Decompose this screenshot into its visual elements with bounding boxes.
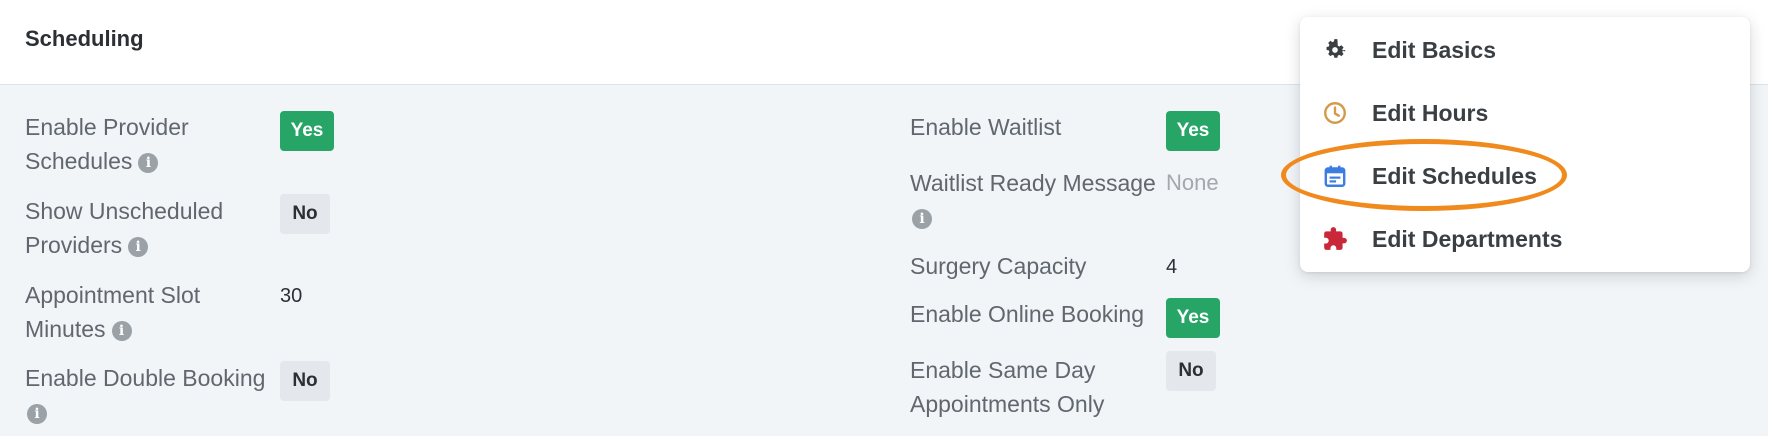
menu-item-label: Edit Departments xyxy=(1372,226,1563,252)
menu-item-edit-hours[interactable]: Edit Hours xyxy=(1300,87,1750,139)
info-icon[interactable]: i xyxy=(138,152,159,173)
field-label-enable-online-booking: Enable Online Booking xyxy=(910,301,1144,327)
status-badge-yes: Yes xyxy=(1166,298,1220,338)
field-label-surgery-capacity: Surgery Capacity xyxy=(910,253,1087,279)
status-badge-yes: Yes xyxy=(1166,111,1220,151)
section-title: Scheduling xyxy=(25,26,144,51)
menu-item-edit-schedules[interactable]: Edit Schedules xyxy=(1300,150,1750,202)
puzzle-icon xyxy=(1324,227,1347,250)
field-label-enable-provider-schedules: Enable Provider Schedules i xyxy=(25,114,189,174)
field-label-appointment-slot-minutes: Appointment Slot Minutes i xyxy=(25,282,201,342)
field-label-waitlist-ready-message: Waitlist Ready Message i xyxy=(910,170,1156,229)
status-badge-no: No xyxy=(1166,351,1216,391)
field-label-enable-waitlist: Enable Waitlist xyxy=(910,114,1062,140)
gear-icon xyxy=(1326,39,1346,58)
menu-item-edit-departments[interactable]: Edit Departments xyxy=(1300,213,1750,265)
info-icon[interactable]: i xyxy=(912,208,932,229)
field-value-surgery-capacity: 4 xyxy=(1166,256,1178,278)
field-value-slot-minutes: 30 xyxy=(280,285,303,307)
clock-icon xyxy=(1324,102,1346,124)
actions-dropdown-menu: Edit Basics Edit Hours Edit Schedules Ed… xyxy=(1300,17,1750,272)
field-value-none: None xyxy=(1166,170,1219,195)
info-icon[interactable]: i xyxy=(27,403,47,424)
field-label-enable-same-day: Enable Same Day Appointments Only xyxy=(910,357,1105,417)
status-badge-no: No xyxy=(280,361,330,401)
menu-item-edit-basics[interactable]: Edit Basics xyxy=(1300,24,1750,76)
field-label-show-unscheduled-providers: Show Unscheduled Providers i xyxy=(25,198,224,258)
info-icon[interactable]: i xyxy=(111,320,132,341)
menu-item-label: Edit Hours xyxy=(1372,100,1489,126)
calendar-icon xyxy=(1324,165,1346,187)
menu-item-label: Edit Schedules xyxy=(1372,163,1537,189)
field-label-enable-double-booking: Enable Double Booking i xyxy=(25,365,266,424)
info-icon[interactable]: i xyxy=(128,236,149,257)
status-badge-yes: Yes xyxy=(280,111,334,151)
menu-item-label: Edit Basics xyxy=(1372,37,1496,63)
status-badge-no: No xyxy=(280,194,330,234)
